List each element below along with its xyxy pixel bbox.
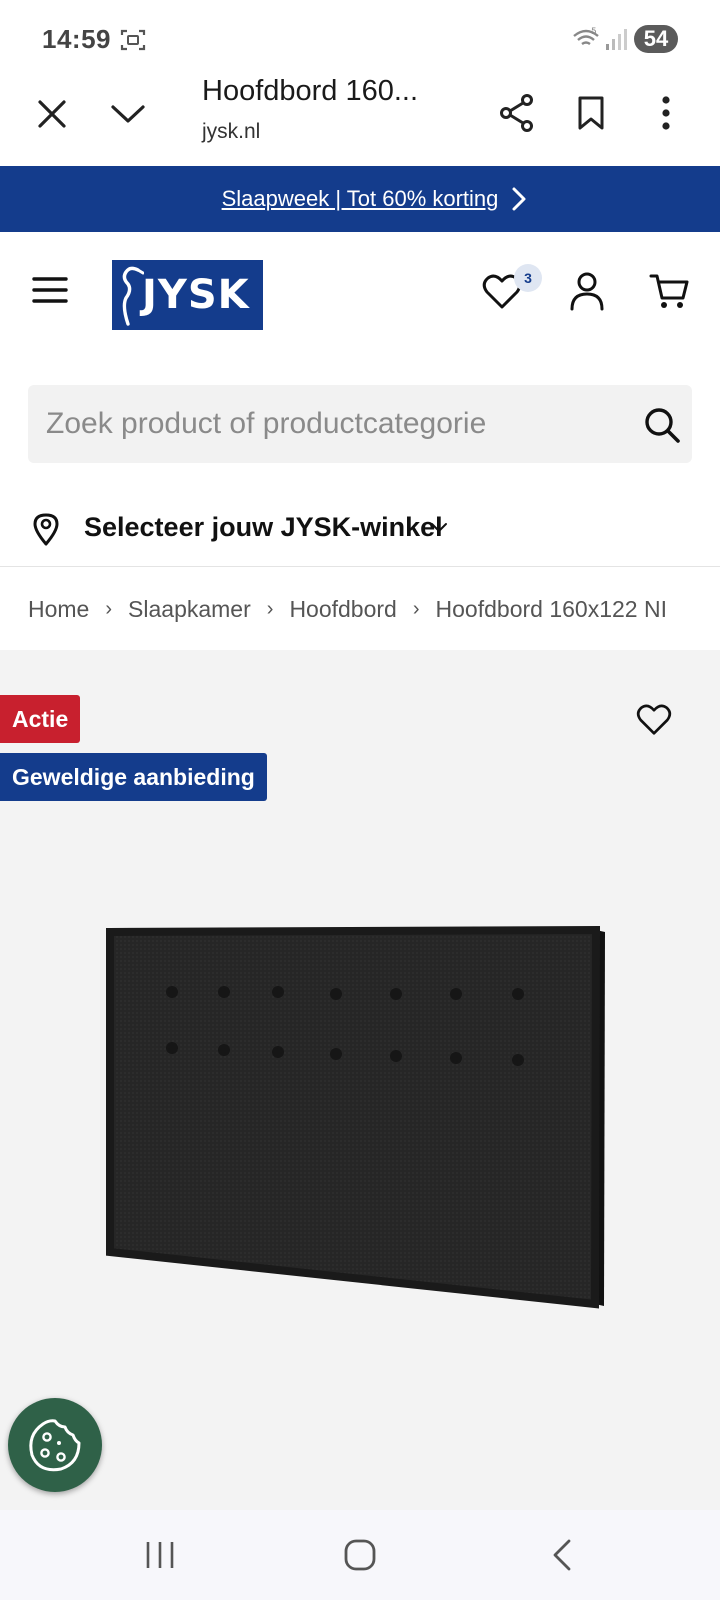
breadcrumb-slaapkamer[interactable]: Slaapkamer — [128, 596, 251, 623]
tab-title: Hoofdbord 160... — [202, 75, 419, 107]
logo-text: JYSK — [142, 272, 250, 318]
breadcrumb: Home › Slaapkamer › Hoofdbord › Hoofdbor… — [28, 594, 667, 624]
chevron-right-icon: › — [105, 597, 113, 620]
chevron-right-icon: › — [412, 597, 420, 620]
share-icon — [500, 94, 533, 132]
system-nav-bar — [0, 1510, 720, 1600]
search-bar — [28, 385, 692, 463]
chevron-down-icon — [111, 105, 145, 123]
cookie-settings-button[interactable] — [8, 1398, 102, 1492]
promo-link[interactable]: Slaapweek | Tot 60% korting — [222, 186, 499, 212]
close-tab-button[interactable] — [30, 92, 74, 136]
location-pin-icon — [33, 513, 59, 546]
close-icon — [38, 100, 66, 128]
status-time: 14:59 — [42, 24, 111, 54]
product-image — [106, 925, 605, 1309]
sale-badge: Actie — [0, 695, 81, 743]
search-icon — [645, 408, 680, 443]
menu-icon — [32, 277, 68, 303]
wishlist-count-badge: 3 — [514, 264, 542, 292]
add-to-wishlist-button[interactable] — [636, 704, 672, 740]
divider — [0, 566, 720, 567]
deal-badge: Geweldige aanbieding — [0, 753, 267, 801]
bookmark-button[interactable] — [568, 90, 614, 136]
breadcrumb-hoofdbord[interactable]: Hoofdbord — [289, 596, 396, 623]
search-button[interactable] — [642, 405, 682, 445]
battery-indicator: 54 — [634, 25, 678, 53]
back-icon — [553, 1539, 571, 1571]
user-icon — [570, 272, 604, 311]
minimize-button[interactable] — [104, 92, 152, 136]
back-button[interactable] — [502, 1510, 622, 1600]
chevron-right-icon — [512, 187, 526, 211]
jysk-logo[interactable]: JYSK — [112, 260, 263, 330]
more-menu-button[interactable] — [646, 90, 686, 136]
account-button[interactable] — [564, 268, 610, 314]
svg-text:5: 5 — [591, 27, 597, 37]
search-input[interactable] — [46, 385, 606, 463]
more-vertical-icon — [662, 96, 670, 130]
tab-url[interactable]: jysk.nl — [202, 120, 260, 144]
breadcrumb-home[interactable]: Home — [28, 596, 89, 623]
screenshot-icon — [120, 29, 146, 51]
site-header — [0, 232, 720, 362]
cookie-icon — [29, 1419, 81, 1472]
cart-icon — [649, 274, 689, 308]
home-icon — [344, 1539, 376, 1571]
recent-apps-icon — [146, 1542, 174, 1568]
recent-apps-button[interactable] — [100, 1510, 220, 1600]
signal-icon — [606, 29, 627, 50]
home-button[interactable] — [300, 1510, 420, 1600]
share-button[interactable] — [494, 90, 540, 136]
goose-logo-icon — [122, 266, 144, 326]
chevron-right-icon: › — [266, 597, 274, 620]
heart-icon — [636, 704, 672, 735]
bookmark-icon — [578, 96, 604, 130]
cart-button[interactable] — [646, 268, 692, 314]
wifi-icon: 5 — [573, 27, 599, 45]
breadcrumb-current: Hoofdbord 160x122 NI — [435, 595, 667, 622]
chevron-down-icon — [431, 523, 447, 532]
status-bar: 14:59 5 54 — [0, 0, 720, 80]
promo-banner[interactable]: Slaapweek | Tot 60% korting — [0, 166, 720, 232]
store-selector-label: Selecteer jouw JYSK-winkel — [84, 512, 443, 542]
store-selector[interactable]: Selecteer jouw JYSK-winkel — [0, 500, 720, 566]
menu-button[interactable] — [28, 268, 72, 312]
